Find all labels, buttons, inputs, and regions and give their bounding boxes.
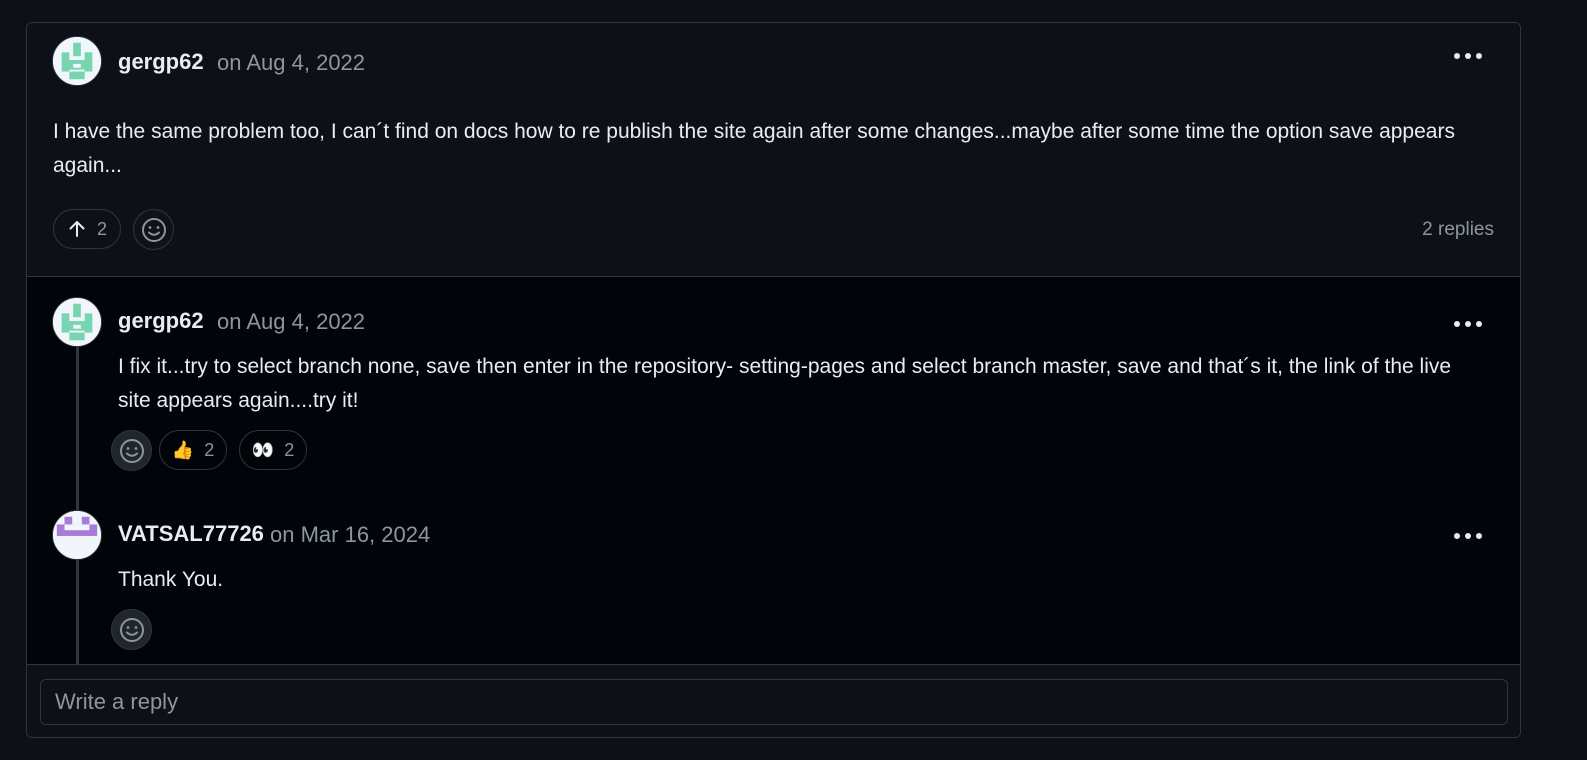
reply-author[interactable]: VATSAL77726 — [118, 521, 264, 547]
smiley-icon — [119, 438, 144, 463]
kebab-horizontal-icon — [1454, 533, 1482, 539]
reply-date[interactable]: on Aug 4, 2022 — [217, 309, 365, 335]
reply-avatar[interactable] — [52, 510, 102, 560]
smiley-icon — [141, 217, 166, 242]
reply-body: Thank You. — [118, 568, 224, 591]
reply-date[interactable]: on Mar 16, 2024 — [270, 522, 430, 548]
eyes-icon: 👀 — [251, 440, 275, 460]
reply-more-options-button[interactable] — [1448, 521, 1488, 551]
replies-count-link[interactable]: 2 replies — [1422, 219, 1494, 241]
comment-date[interactable]: on Aug 4, 2022 — [217, 50, 365, 76]
reaction-count: 2 — [204, 439, 215, 460]
reply-more-options-button[interactable] — [1448, 309, 1488, 339]
kebab-horizontal-icon — [1454, 53, 1482, 59]
add-reaction-button[interactable] — [111, 430, 152, 471]
upvote-count: 2 — [96, 218, 107, 239]
reply-body: I fix it...try to select branch none, sa… — [118, 355, 1452, 412]
smiley-icon — [119, 617, 144, 642]
identicon-icon — [53, 37, 101, 85]
thumbs-up-icon: 👍 — [171, 440, 195, 460]
comment-body: I have the same problem too, I can´t fin… — [53, 120, 1455, 177]
identicon-icon — [53, 511, 101, 559]
add-reaction-button[interactable] — [133, 209, 174, 250]
comment-author[interactable]: gergp62 — [118, 49, 204, 75]
kebab-horizontal-icon — [1454, 321, 1482, 327]
reaction-eyes-button[interactable]: 👀 2 — [239, 430, 307, 470]
reply-input[interactable] — [40, 679, 1508, 725]
discussion-comment-card: gergp62 on Aug 4, 2022 I have the same p… — [26, 22, 1521, 738]
reply-avatar[interactable] — [52, 297, 102, 347]
add-reaction-button[interactable] — [111, 609, 152, 650]
reaction-count: 2 — [284, 439, 295, 460]
comment: gergp62 on Aug 4, 2022 I have the same p… — [27, 23, 1520, 277]
reply-composer — [27, 664, 1520, 737]
avatar[interactable] — [52, 36, 102, 86]
thread-line — [76, 343, 79, 664]
more-options-button[interactable] — [1448, 41, 1488, 71]
identicon-icon — [53, 298, 101, 346]
reaction-thumbs-up-button[interactable]: 👍 2 — [159, 430, 227, 470]
arrow-up-icon — [69, 221, 85, 237]
replies-thread: gergp62 on Aug 4, 2022 I fix it...try to… — [27, 277, 1520, 664]
upvote-button[interactable]: 2 — [53, 209, 121, 249]
reply-author[interactable]: gergp62 — [118, 308, 204, 334]
